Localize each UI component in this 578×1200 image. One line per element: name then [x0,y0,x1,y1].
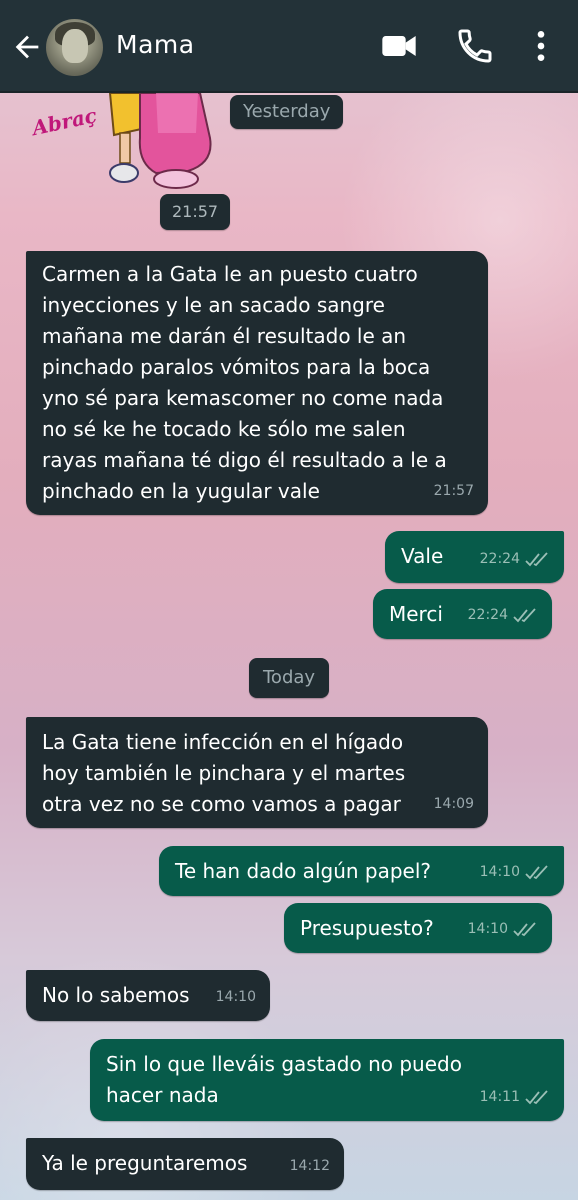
read-ticks-icon [525,1089,548,1104]
message-time: 22:24 [467,607,508,623]
message-time: 14:10 [215,989,256,1005]
message-outgoing[interactable]: Merci 22:24 [373,589,552,639]
message-incoming[interactable]: Carmen a la Gata le an puesto cuatro iny… [26,251,488,515]
message-outgoing[interactable]: Vale 22:24 [385,531,564,583]
phone-call-icon[interactable] [455,26,495,66]
message-incoming[interactable]: Ya le preguntaremos 14:12 [26,1138,344,1190]
hug-sticker[interactable]: Abraç [28,93,228,193]
message-text: Ya le preguntaremos [42,1151,248,1175]
contact-name[interactable]: Mama [116,30,195,59]
read-ticks-icon [513,921,536,936]
read-ticks-icon [525,551,548,566]
message-outgoing[interactable]: Sin lo que lleváis gastado no puedo hace… [90,1039,564,1121]
date-chip-today: Today [249,658,330,698]
message-text: Carmen a la Gata le an puesto cuatro iny… [42,262,447,503]
sticker-text: Abraç [28,103,99,140]
sticker-timestamp: 21:57 [160,194,231,230]
message-time: 21:57 [433,483,474,499]
read-ticks-icon [525,864,548,879]
message-incoming[interactable]: La Gata tiene infección en el hígado hoy… [26,717,488,828]
video-call-icon[interactable] [379,26,419,66]
chat-header: Mama [0,0,578,93]
message-time: 14:10 [479,864,520,880]
message-outgoing[interactable]: Te han dado algún papel? 14:10 [159,846,564,896]
message-time: 14:09 [433,796,474,812]
message-outgoing[interactable]: Presupuesto? 14:10 [284,903,552,953]
back-arrow-icon[interactable] [10,30,44,64]
date-chip-yesterday: Yesterday [230,95,344,129]
more-options-icon[interactable] [521,26,561,66]
message-text: La Gata tiene infección en el hígado hoy… [42,730,406,816]
message-time: 22:24 [479,551,520,567]
message-time: 14:11 [479,1089,520,1105]
message-incoming[interactable]: No lo sabemos 14:10 [26,970,270,1021]
read-ticks-icon [513,607,536,622]
message-time: 14:12 [289,1158,330,1174]
contact-avatar[interactable] [46,19,103,76]
message-time: 14:10 [467,921,508,937]
